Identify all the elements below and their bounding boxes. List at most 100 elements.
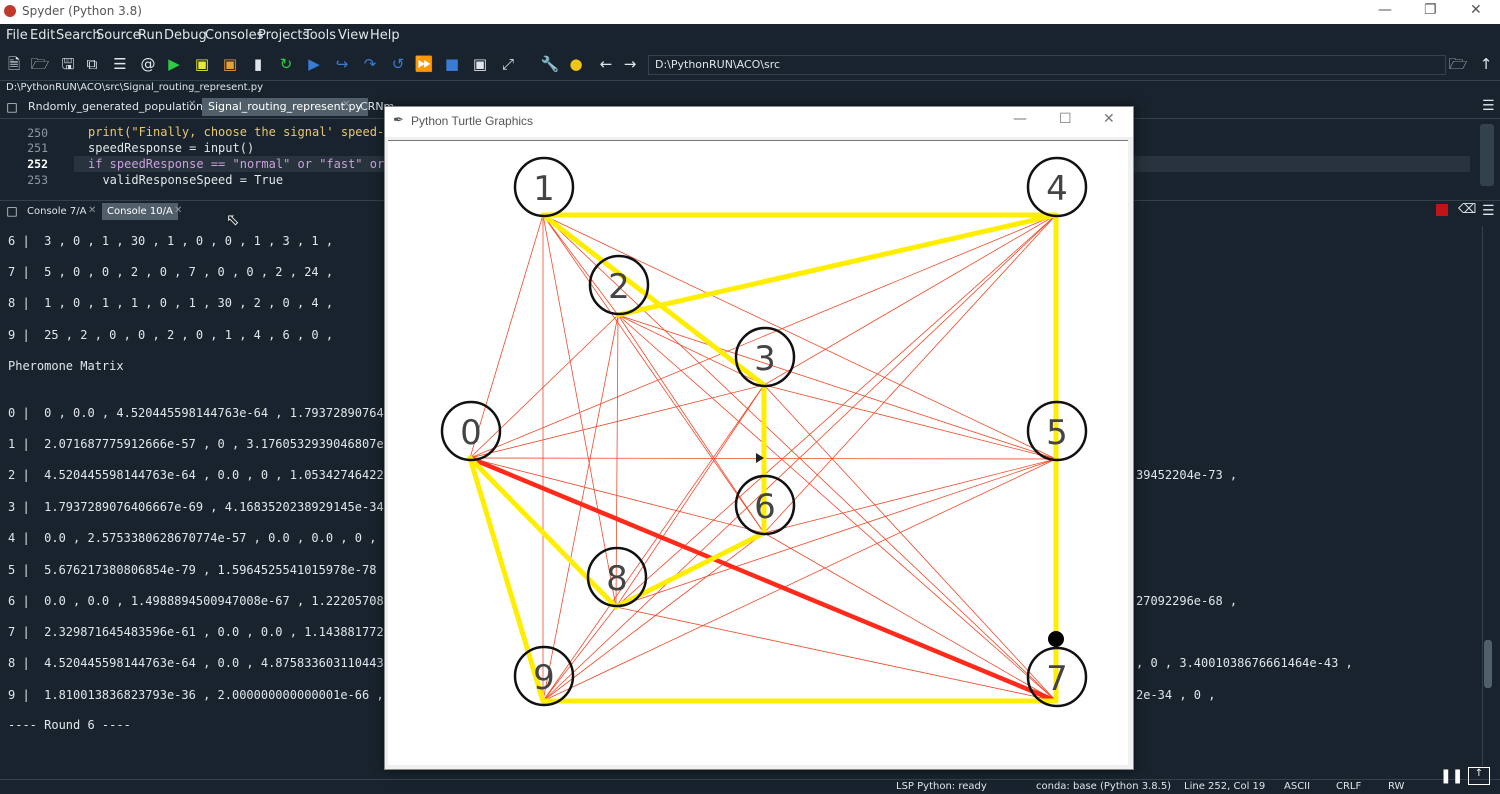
interrupt-kernel-icon[interactable] — [1436, 204, 1448, 216]
restore-icon[interactable]: ❐ — [1424, 2, 1437, 18]
menu-tools[interactable]: Tools — [304, 28, 336, 43]
debug-icon[interactable]: ▶ — [304, 54, 324, 74]
minimize-icon[interactable]: — — [1378, 2, 1392, 18]
file-permissions: RW — [1388, 781, 1405, 792]
menu-view[interactable]: View — [338, 28, 369, 43]
forward-arrow-icon[interactable]: → — [620, 54, 640, 74]
maximize-pane-icon[interactable]: ▣ — [470, 54, 490, 74]
editor-scrollbar[interactable] — [1480, 124, 1494, 186]
turtle-graphics-window[interactable]: ✒ Python Turtle Graphics — ☐ ✕ 0 1 2 3 4 5 6 7 8… — [384, 106, 1134, 770]
graph-edge — [617, 314, 1057, 702]
graph-edge — [763, 214, 1057, 534]
run-icon[interactable]: ▶ — [164, 54, 184, 74]
window-title: Spyder (Python 3.8) — [22, 4, 142, 18]
browse-tabs-icon[interactable]: □ — [2, 203, 22, 220]
options-menu-icon[interactable]: ☰ — [1482, 98, 1495, 114]
tab-close-icon[interactable]: ✕ — [174, 205, 182, 216]
menu-edit[interactable]: Edit — [30, 28, 55, 43]
console-line: 6 | 3 , 0 , 1 , 30 , 1 , 0 , 0 , 1 , 3 ,… — [8, 234, 334, 248]
code-line: if speedResponse == "normal" or "fast" o… — [88, 157, 385, 171]
turtle-title-bar: ✒ Python Turtle Graphics — ☐ ✕ — [385, 107, 1133, 137]
turtle-canvas[interactable]: 0 1 2 3 4 5 6 7 8 9 — [388, 140, 1128, 765]
status-bar — [0, 779, 1500, 794]
menu-source[interactable]: Source — [96, 28, 141, 43]
tab-close-icon[interactable]: ✕ — [342, 99, 350, 110]
graph-drawing: 0 1 2 3 4 5 6 7 8 9 — [440, 156, 1088, 708]
menu-consoles[interactable]: Consoles — [205, 28, 263, 43]
open-file-icon[interactable]: 🗁 — [30, 54, 50, 74]
options-menu-icon[interactable]: ☰ — [1482, 203, 1495, 219]
console-line: 9 | 25 , 2 , 0 , 0 , 2 , 0 , 1 , 4 , 6 ,… — [8, 328, 334, 342]
code-line: speedResponse = input() — [88, 141, 255, 155]
clear-console-icon[interactable]: ⌫ — [1458, 202, 1476, 217]
console-round-marker: ---- Round 6 ---- — [8, 718, 131, 732]
graph-edge — [615, 606, 1057, 702]
menu-debug[interactable]: Debug — [164, 28, 207, 43]
list-icon[interactable]: ☰ — [110, 54, 130, 74]
mouse-cursor-icon: ⬁ — [226, 210, 240, 229]
graph-edge — [615, 384, 765, 608]
stop-debug-icon[interactable]: ■ — [442, 54, 462, 74]
browse-tabs-icon[interactable]: □ — [2, 98, 22, 116]
tab-console-10a[interactable]: Console 10/A — [102, 203, 178, 220]
graph-node-label: 9 — [533, 658, 555, 698]
graph-edge — [763, 532, 1057, 702]
at-icon[interactable]: @ — [138, 54, 158, 74]
maximize-icon[interactable]: ☐ — [1059, 111, 1072, 127]
step-icon[interactable]: ↪ — [332, 54, 352, 74]
file-encoding: ASCII — [1284, 781, 1311, 792]
graph-edge — [542, 214, 1057, 460]
python-path-icon[interactable]: ● — [566, 54, 586, 74]
current-file-path: D:\PythonRUN\ACO\src\Signal_routing_repr… — [6, 82, 264, 93]
tab-close-icon[interactable]: ✕ — [88, 205, 96, 216]
continue-icon[interactable]: ⏩ — [414, 54, 434, 74]
save-all-icon[interactable]: ⧉ — [82, 54, 102, 74]
fullscreen-icon[interactable]: ⤢ — [498, 54, 518, 74]
console-scrollbar-thumb[interactable] — [1484, 640, 1492, 688]
graph-edge-best-path — [540, 212, 767, 388]
close-icon[interactable]: ✕ — [1470, 2, 1482, 18]
menu-search[interactable]: Search — [56, 28, 101, 43]
minimize-icon[interactable]: — — [1013, 111, 1027, 127]
working-directory-input[interactable]: D:\PythonRUN\ACO\src — [648, 55, 1446, 75]
graph-node-label: 2 — [608, 267, 630, 307]
back-arrow-icon[interactable]: ← — [596, 54, 616, 74]
picture-icon[interactable]: ↑ — [1468, 767, 1490, 785]
new-file-icon[interactable]: 🗎 — [4, 54, 24, 74]
menu-help[interactable]: Help — [370, 28, 400, 43]
rerun-icon[interactable]: ↻ — [276, 54, 296, 74]
console-line: 8 | 1 , 0 , 1 , 1 , 0 , 1 , 30 , 2 , 0 ,… — [8, 296, 334, 310]
close-icon[interactable]: ✕ — [1103, 111, 1115, 127]
save-icon[interactable]: 🖫 — [58, 54, 78, 74]
preferences-icon[interactable]: 🔧 — [540, 54, 560, 74]
graph-edge — [763, 458, 1057, 534]
console-line-fragment: 39452204e-73 , — [1136, 468, 1238, 482]
parent-directory-icon[interactable]: ↑ — [1476, 54, 1496, 74]
run-cell-icon[interactable]: ▣ — [192, 54, 212, 74]
browse-folder-icon[interactable]: 🗁 — [1448, 54, 1468, 74]
line-number: 253 — [27, 173, 48, 187]
console-line: 2 | 4.520445598144763e-64 , 0.0 , 0 , 1.… — [8, 468, 391, 482]
spyder-logo-icon — [4, 5, 16, 17]
graph-edge — [615, 458, 1057, 608]
graph-node-label: 1 — [533, 169, 555, 209]
console-line: 6 | 0.0 , 0.0 , 1.4988894500947008e-67 ,… — [8, 594, 391, 608]
run-selection-icon[interactable]: ▮ — [248, 54, 268, 74]
turtle-cursor-icon — [1048, 631, 1064, 647]
tab-console-7a[interactable]: Console 7/A — [22, 203, 91, 220]
step-return-icon[interactable]: ↺ — [388, 54, 408, 74]
console-line: 1 | 2.071687775912666e-57 , 0 , 3.176053… — [8, 437, 391, 451]
feather-icon: ✒ — [393, 113, 404, 128]
step-into-icon[interactable]: ↷ — [360, 54, 380, 74]
menu-projects[interactable]: Projects — [258, 28, 309, 43]
tab-close-icon[interactable]: ✕ — [188, 99, 196, 110]
pause-icon[interactable]: ❚❚ — [1440, 768, 1463, 784]
menu-run[interactable]: Run — [138, 28, 163, 43]
graph-edge — [763, 384, 1057, 702]
run-cell-advance-icon[interactable]: ▣ — [220, 54, 240, 74]
menu-file[interactable]: File — [6, 28, 28, 43]
console-line: 5 | 5.676217380806854e-79 , 1.5964525541… — [8, 563, 391, 577]
title-bar: Spyder (Python 3.8) — ❐ ✕ — [0, 0, 1500, 24]
graph-edge — [542, 384, 765, 702]
console-line: 8 | 4.520445598144763e-64 , 0.0 , 4.8758… — [8, 656, 391, 670]
